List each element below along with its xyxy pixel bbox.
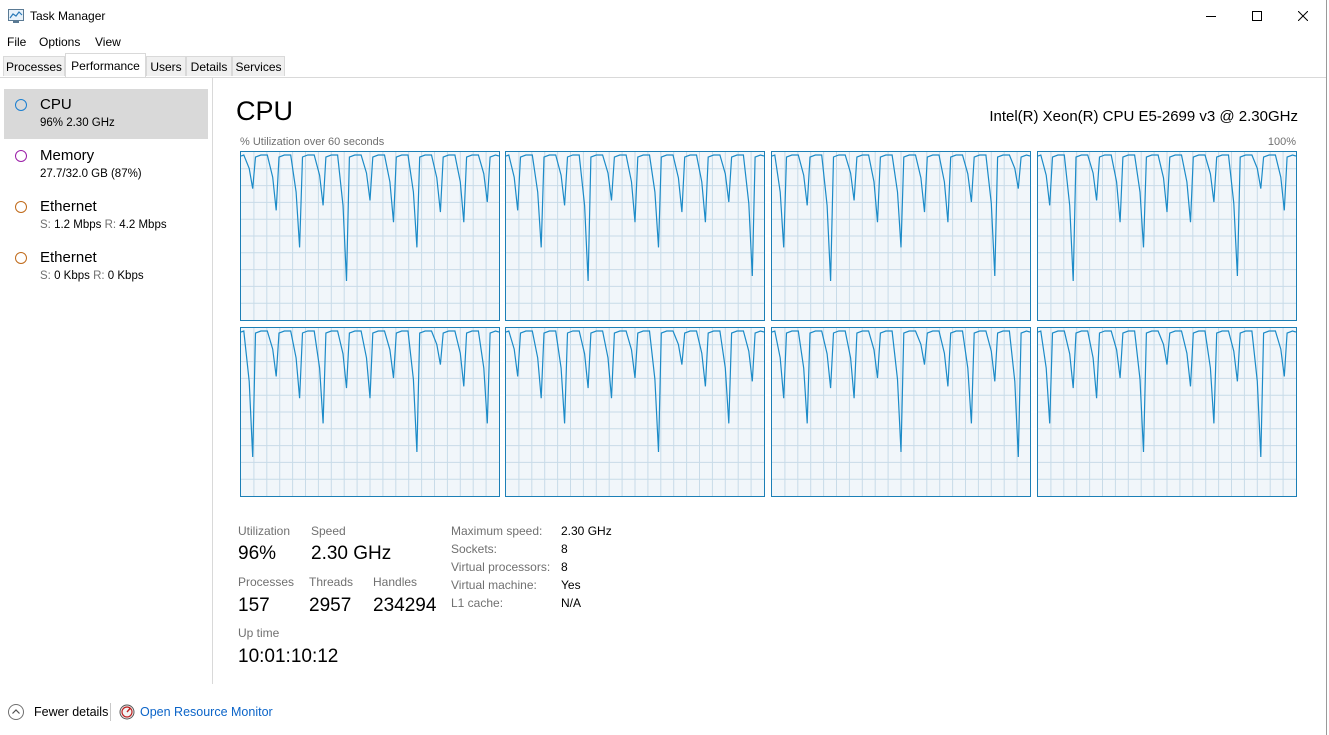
virtual-processors-value: 8 [561, 560, 568, 574]
sockets-label: Sockets: [451, 542, 498, 556]
sidebar-item-cpu[interactable]: CPU 96% 2.30 GHz [4, 89, 208, 139]
l1-cache-value: N/A [561, 596, 582, 610]
title-bar[interactable]: Task Manager [0, 0, 1326, 32]
menu-bar: File Options View [0, 32, 1326, 52]
cpu-core-graph [505, 327, 765, 497]
fewer-details-button[interactable]: Fewer details [34, 705, 108, 719]
handles-label: Handles [373, 575, 418, 589]
sidebar-item-detail: S: 0 Kbps R: 0 Kbps [40, 270, 144, 282]
sidebar-item-detail: 96% 2.30 GHz [40, 117, 115, 129]
graph-plot [241, 152, 499, 320]
cpu-model-name: Intel(R) Xeon(R) CPU E5-2699 v3 @ 2.30GH… [989, 108, 1298, 125]
graph-plot [506, 328, 764, 496]
footer-divider [110, 703, 111, 721]
threads-value: 2957 [309, 595, 352, 616]
virtual-machine-value: Yes [561, 578, 581, 592]
ethernet-indicator-icon [15, 252, 27, 264]
sidebar-item-memory[interactable]: Memory 27.7/32.0 GB (87%) [4, 140, 208, 190]
cpu-core-graph [771, 327, 1031, 497]
tab-users[interactable]: Users [146, 56, 186, 76]
memory-indicator-icon [15, 150, 27, 162]
menu-options[interactable]: Options [38, 35, 81, 49]
utilization-value: 96% [238, 543, 277, 564]
close-button[interactable] [1280, 0, 1326, 32]
cpu-core-graph [771, 151, 1031, 321]
resource-monitor-icon[interactable] [119, 704, 135, 720]
cpu-core-graph [1037, 151, 1297, 321]
sidebar-item-label: Ethernet [40, 249, 97, 266]
tab-processes[interactable]: Processes [3, 56, 65, 76]
menu-view[interactable]: View [94, 35, 122, 49]
minimize-icon [1206, 16, 1216, 17]
close-icon [1298, 11, 1308, 21]
tab-services[interactable]: Services [232, 56, 285, 76]
max-speed-label: Maximum speed: [451, 524, 543, 538]
sidebar-item-label: Memory [40, 147, 95, 164]
uptime-value: 10:01:10:12 [238, 646, 339, 667]
tab-performance[interactable]: Performance [65, 53, 146, 77]
threads-label: Threads [309, 575, 354, 589]
chevron-up-icon[interactable] [8, 704, 24, 720]
virtual-processors-label: Virtual processors: [451, 560, 551, 574]
sidebar-item-label: Ethernet [40, 198, 97, 215]
tab-bar: Processes Performance Users Details Serv… [0, 53, 1326, 78]
sidebar-item-detail: 27.7/32.0 GB (87%) [40, 168, 142, 180]
graph-plot [506, 152, 764, 320]
ethernet-indicator-icon [15, 201, 27, 213]
page-title: CPU [236, 96, 294, 126]
graph-plot [772, 152, 1030, 320]
performance-sidebar: CPU 96% 2.30 GHz Memory 27.7/32.0 GB (87… [0, 78, 213, 684]
window-title: Task Manager [30, 9, 106, 23]
sockets-value: 8 [561, 542, 568, 556]
graph-plot [241, 328, 499, 496]
sidebar-item-ethernet-2[interactable]: Ethernet S: 0 Kbps R: 0 Kbps [4, 242, 208, 292]
cpu-core-graph [240, 327, 500, 497]
speed-label: Speed [311, 524, 346, 538]
uptime-label: Up time [238, 626, 280, 640]
graph-plot [1038, 152, 1296, 320]
graph-max-label: 100% [1267, 136, 1296, 148]
sidebar-item-detail: S: 1.2 Mbps R: 4.2 Mbps [40, 219, 167, 231]
cpu-graphs [240, 151, 1300, 498]
task-manager-icon [8, 9, 24, 23]
sidebar-item-ethernet-1[interactable]: Ethernet S: 1.2 Mbps R: 4.2 Mbps [4, 191, 208, 241]
graph-caption: % Utilization over 60 seconds [240, 136, 385, 148]
minimize-button[interactable] [1188, 0, 1234, 32]
max-speed-value: 2.30 GHz [561, 524, 612, 538]
processes-label: Processes [238, 575, 295, 589]
sidebar-item-label: CPU [40, 96, 72, 113]
virtual-machine-label: Virtual machine: [451, 578, 537, 592]
cpu-core-graph [505, 151, 765, 321]
utilization-label: Utilization [238, 524, 291, 538]
task-manager-window: Task Manager File Options View Processes… [0, 0, 1327, 735]
graph-plot [772, 328, 1030, 496]
handles-value: 234294 [373, 595, 437, 616]
cpu-core-graph [1037, 327, 1297, 497]
graph-plot [1038, 328, 1296, 496]
tab-details[interactable]: Details [186, 56, 232, 76]
maximize-icon [1252, 11, 1262, 21]
cpu-core-graph [240, 151, 500, 321]
l1-cache-label: L1 cache: [451, 596, 504, 610]
maximize-button[interactable] [1234, 0, 1280, 32]
open-resource-monitor-link[interactable]: Open Resource Monitor [140, 705, 273, 719]
processes-value: 157 [238, 595, 270, 616]
footer-bar: Fewer details Open Resource Monitor [0, 696, 1326, 728]
cpu-indicator-icon [15, 99, 27, 111]
speed-value: 2.30 GHz [311, 543, 392, 564]
menu-file[interactable]: File [6, 35, 27, 49]
